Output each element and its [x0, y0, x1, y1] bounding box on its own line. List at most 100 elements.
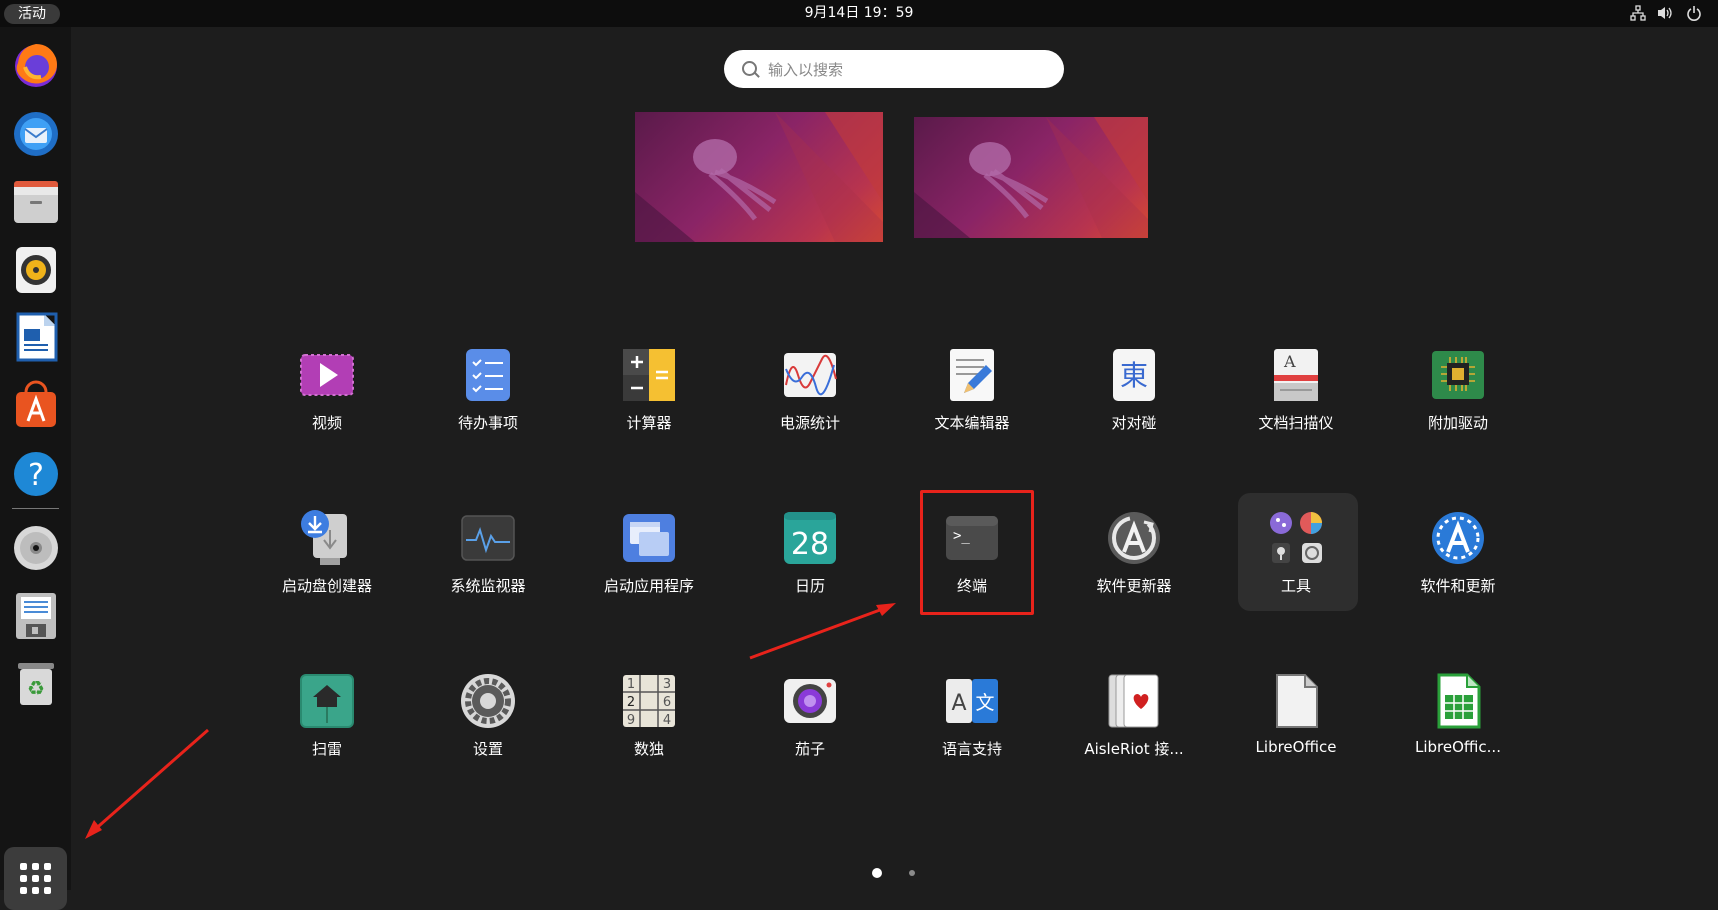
app-calendar[interactable]: 28 日历 — [740, 490, 880, 605]
text-editor-icon — [944, 347, 1000, 403]
app-center-icon[interactable] — [10, 379, 62, 431]
svg-text:♻: ♻ — [27, 676, 45, 700]
lang-a: A — [951, 691, 966, 716]
app-document-scanner[interactable]: A 文档扫描仪 — [1226, 327, 1366, 442]
software-updater-icon — [1106, 510, 1162, 566]
annotation-arrowhead — [85, 820, 102, 839]
app-power-statistics[interactable]: 电源统计 — [740, 327, 880, 442]
app-libreoffice-calc[interactable]: LibreOffic... — [1388, 653, 1528, 768]
power-graph-icon — [782, 347, 838, 403]
app-label: 系统监视器 — [450, 577, 526, 595]
calculator-icon — [621, 347, 677, 403]
page-dot-1[interactable] — [872, 868, 882, 878]
app-text-editor[interactable]: 文本编辑器 — [902, 327, 1042, 442]
app-sudoku[interactable]: 1 3 2 6 9 4 数独 — [579, 653, 719, 768]
thunderbird-icon[interactable] — [10, 107, 62, 159]
app-folder-tools[interactable]: 工具 — [1226, 490, 1366, 605]
volume-icon[interactable] — [1656, 5, 1674, 21]
sudoku-digit: 9 — [627, 713, 635, 728]
dock: ? ♻ — [0, 27, 71, 910]
app-startup-applications[interactable]: 启动应用程序 — [579, 490, 719, 605]
app-label: 对对碰 — [1111, 414, 1157, 432]
system-monitor-icon — [460, 510, 516, 566]
top-bar: 活动 9月14日 19：59 — [0, 0, 1718, 27]
app-label: AisleRiot 接... — [1084, 740, 1184, 758]
settings-gear-icon — [460, 673, 516, 729]
annotation-arrow-to-terminal — [749, 605, 889, 660]
app-language-support[interactable]: A文 语言支持 — [902, 653, 1042, 768]
app-label: 电源统计 — [779, 414, 840, 432]
chip-icon — [1430, 347, 1486, 403]
files-icon[interactable] — [10, 175, 62, 227]
sudoku-digit: 3 — [663, 677, 671, 692]
app-software-and-updates[interactable]: 软件和更新 — [1388, 490, 1528, 605]
app-libreoffice[interactable]: LibreOffice — [1226, 653, 1366, 768]
app-label: 设置 — [472, 740, 503, 758]
app-aisleriot[interactable]: AisleRiot 接... — [1064, 653, 1204, 768]
libreoffice-writer-icon[interactable] — [10, 311, 62, 363]
sudoku-digit: 1 — [627, 677, 635, 692]
mahjongg-tile-icon: 東 — [1106, 347, 1162, 403]
app-mines[interactable]: 扫雷 — [257, 653, 397, 768]
floppy-save-icon[interactable] — [10, 589, 62, 641]
app-cheese[interactable]: 茄子 — [740, 653, 880, 768]
svg-text:?: ? — [28, 458, 44, 493]
app-label: 启动应用程序 — [603, 577, 694, 595]
power-icon[interactable] — [1686, 5, 1702, 21]
app-label: 软件更新器 — [1096, 577, 1172, 595]
lang-wen: 文 — [975, 692, 994, 714]
app-system-monitor[interactable]: 系统监视器 — [418, 490, 558, 605]
tools-folder-icon — [1268, 510, 1324, 566]
page-dot-2[interactable] — [909, 870, 915, 876]
network-icon[interactable] — [1630, 5, 1646, 21]
annotation-arrow-to-show-apps — [91, 728, 209, 834]
cards-icon — [1106, 673, 1162, 729]
scanner-letter: A — [1283, 352, 1296, 371]
app-label: 工具 — [1280, 577, 1311, 595]
app-label: 茄子 — [794, 740, 825, 758]
app-label: 日历 — [794, 577, 825, 595]
search-box[interactable] — [724, 50, 1064, 88]
software-properties-icon — [1430, 510, 1486, 566]
app-startup-disk-creator[interactable]: 启动盘创建器 — [257, 490, 397, 605]
search-icon — [742, 61, 757, 76]
app-videos[interactable]: 视频 — [257, 327, 397, 442]
app-calculator[interactable]: 计算器 — [579, 327, 719, 442]
search-input[interactable] — [766, 56, 1050, 84]
video-play-icon — [299, 347, 355, 403]
checklist-icon — [460, 347, 516, 403]
app-label: 待办事项 — [457, 414, 518, 432]
app-settings[interactable]: 设置 — [418, 653, 558, 768]
app-label: 软件和更新 — [1420, 577, 1496, 595]
app-label: 视频 — [311, 414, 342, 432]
app-todo[interactable]: 待办事项 — [418, 327, 558, 442]
workspace-thumbnail-1[interactable] — [635, 112, 883, 242]
rhythmbox-icon[interactable] — [10, 243, 62, 295]
app-label: 启动盘创建器 — [281, 577, 372, 595]
language-icon: A文 — [944, 673, 1000, 729]
mahjongg-glyph: 東 — [1120, 359, 1148, 392]
app-label: 附加驱动 — [1427, 414, 1488, 432]
app-label: LibreOffic... — [1415, 738, 1501, 756]
calendar-day: 28 — [791, 527, 829, 562]
startup-apps-icon — [621, 510, 677, 566]
mines-icon — [299, 673, 355, 729]
workspace-thumbnail-2[interactable] — [914, 117, 1148, 238]
clock[interactable]: 9月14日 19：59 — [0, 0, 1718, 27]
app-label: 计算器 — [626, 414, 672, 432]
libreoffice-icon — [1268, 673, 1324, 729]
app-additional-drivers[interactable]: 附加驱动 — [1388, 327, 1528, 442]
app-software-updater[interactable]: 软件更新器 — [1064, 490, 1204, 605]
app-mahjongg[interactable]: 東 对对碰 — [1064, 327, 1204, 442]
sudoku-digit: 4 — [663, 713, 671, 728]
app-label: 语言支持 — [941, 740, 1002, 758]
sudoku-digit: 6 — [663, 695, 671, 710]
app-label: LibreOffice — [1255, 738, 1337, 756]
help-icon[interactable]: ? — [10, 447, 62, 499]
show-apps-button[interactable] — [4, 847, 67, 910]
disc-icon[interactable] — [10, 521, 62, 573]
app-label: 文档扫描仪 — [1258, 414, 1334, 432]
firefox-icon[interactable] — [10, 39, 62, 91]
trash-icon[interactable]: ♻ — [10, 657, 62, 709]
usb-drive-icon — [299, 510, 355, 566]
